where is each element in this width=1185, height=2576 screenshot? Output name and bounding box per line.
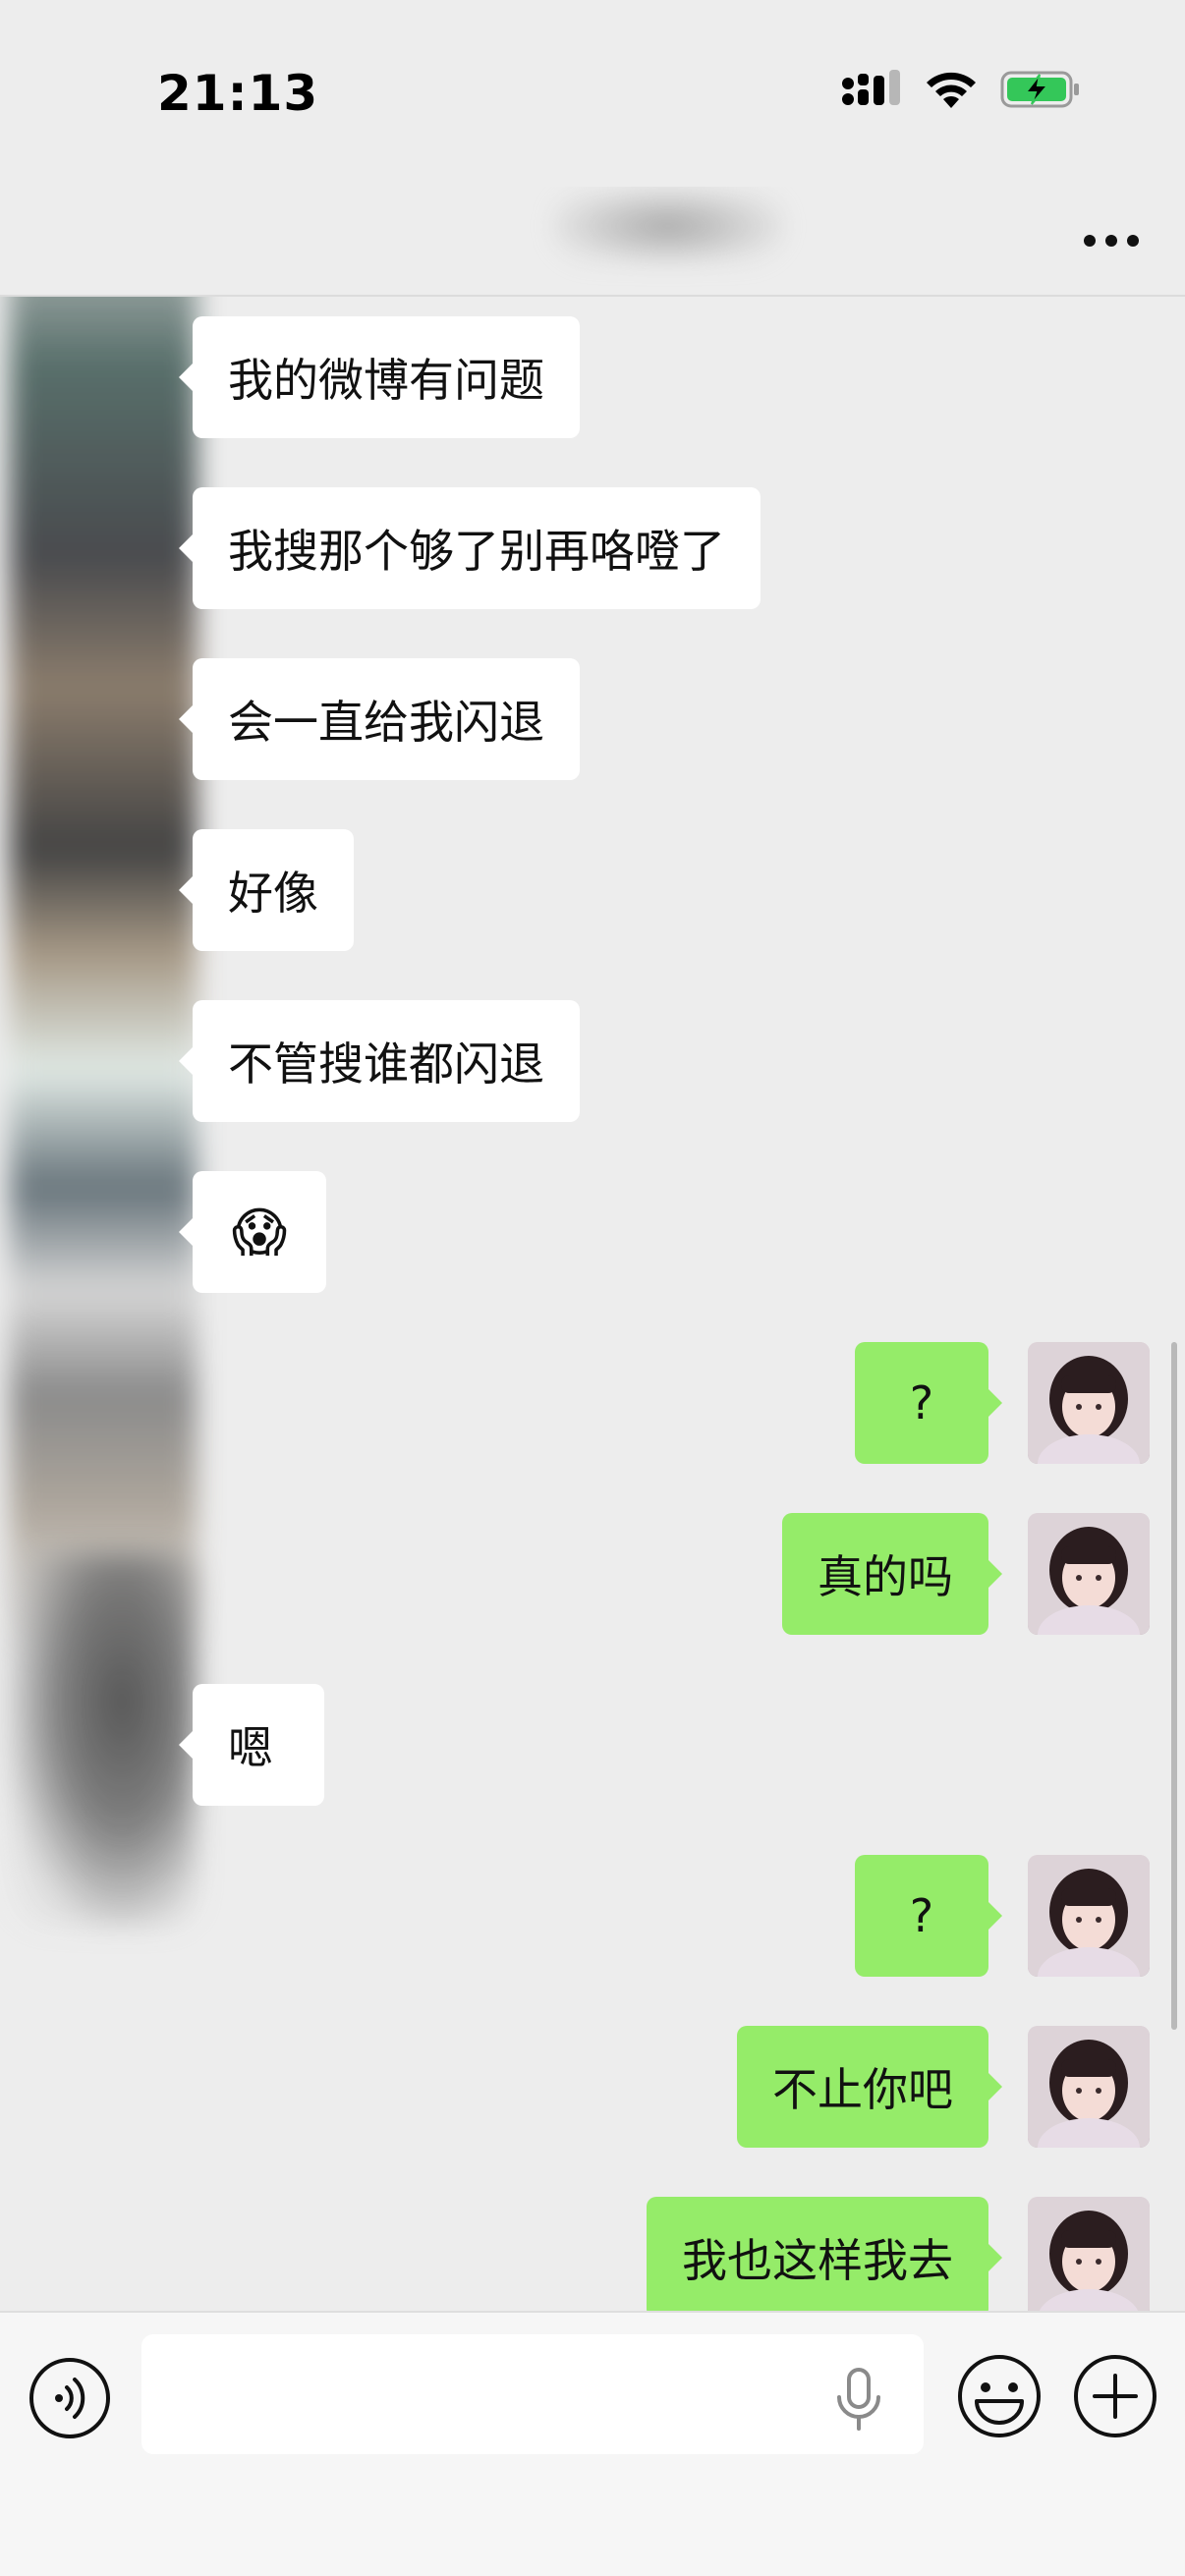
message-bubble-incoming[interactable]: 嗯	[179, 1684, 324, 1806]
self-avatar-image	[1028, 2026, 1150, 2148]
message-row-outgoing: ?	[855, 1855, 1002, 1977]
message-row-incoming: 会一直给我闪退	[179, 658, 580, 780]
self-avatar[interactable]	[1028, 1513, 1150, 1635]
message-row-incoming: 好像	[179, 829, 354, 951]
contact-avatar-blurred[interactable]	[10, 1552, 197, 1926]
message-row-outgoing: 真的吗	[782, 1513, 1002, 1635]
message-list[interactable]: 我的微博有问题 我搜那个够了别再咯噔了 会一直给我闪退 好像 不管搜谁都闪退 😱…	[0, 295, 1185, 2311]
self-avatar-image	[1028, 2197, 1150, 2311]
contact-avatar-blurred[interactable]	[10, 295, 197, 1660]
message-bubble-incoming[interactable]: 好像	[179, 829, 354, 951]
message-bubble-incoming[interactable]: 不管搜谁都闪退	[179, 1000, 580, 1122]
message-row-incoming: 😱	[179, 1171, 326, 1293]
status-time: 21:13	[157, 65, 319, 122]
plus-icon	[1074, 2355, 1157, 2437]
message-row-incoming: 我搜那个够了别再咯噔了	[179, 487, 761, 609]
message-bubble-incoming[interactable]: 😱	[179, 1171, 326, 1293]
mic-icon	[837, 2368, 880, 2431]
message-row-incoming: 嗯	[179, 1684, 324, 1806]
message-bubble-incoming[interactable]: 我搜那个够了别再咯噔了	[179, 487, 761, 609]
message-bubble-incoming[interactable]: 会一直给我闪退	[179, 658, 580, 780]
emoji-icon	[958, 2355, 1041, 2437]
battery-charging-icon	[1000, 69, 1081, 114]
message-bubble-outgoing[interactable]: ?	[855, 1855, 1002, 1977]
chat-screen: 21:13 我的微博有问题 我搜那个够了别再咯噔了 会一直给我闪退 好像 不管搜…	[0, 0, 1185, 2576]
message-row-outgoing: 不止你吧	[737, 2026, 1002, 2148]
message-bubble-outgoing[interactable]: ?	[855, 1342, 1002, 1464]
mic-button[interactable]	[831, 2366, 886, 2435]
message-bubble-outgoing[interactable]: 我也这样我去	[647, 2197, 1002, 2311]
more-button[interactable]	[1067, 206, 1156, 275]
blurred-contact-name	[550, 187, 786, 265]
self-avatar-image	[1028, 1855, 1150, 1977]
wifi-icon	[924, 69, 979, 114]
message-bubble-outgoing[interactable]: 真的吗	[782, 1513, 1002, 1635]
input-bar	[0, 2311, 1185, 2576]
emoji-button[interactable]	[955, 2352, 1044, 2440]
message-row-outgoing: 我也这样我去	[647, 2197, 1002, 2311]
cellular-signal-icon	[841, 70, 902, 113]
more-actions-button[interactable]	[1071, 2352, 1159, 2440]
message-input[interactable]	[141, 2334, 924, 2454]
chat-header	[0, 187, 1185, 297]
message-row-incoming: 我的微博有问题	[179, 316, 580, 438]
status-icons	[841, 69, 1081, 114]
self-avatar[interactable]	[1028, 1342, 1150, 1464]
message-row-incoming: 不管搜谁都闪退	[179, 1000, 580, 1122]
message-bubble-incoming[interactable]: 我的微博有问题	[179, 316, 580, 438]
voice-toggle-button[interactable]	[28, 2356, 112, 2440]
status-bar: 21:13	[0, 0, 1185, 187]
scrollbar[interactable]	[1171, 1342, 1177, 2030]
message-bubble-outgoing[interactable]: 不止你吧	[737, 2026, 1002, 2148]
self-avatar-image	[1028, 1342, 1150, 1464]
more-icon	[1084, 235, 1139, 247]
message-row-outgoing: ?	[855, 1342, 1002, 1464]
self-avatar[interactable]	[1028, 2197, 1150, 2311]
self-avatar[interactable]	[1028, 1855, 1150, 1977]
self-avatar[interactable]	[1028, 2026, 1150, 2148]
self-avatar-image	[1028, 1513, 1150, 1635]
voice-icon	[29, 2358, 110, 2438]
